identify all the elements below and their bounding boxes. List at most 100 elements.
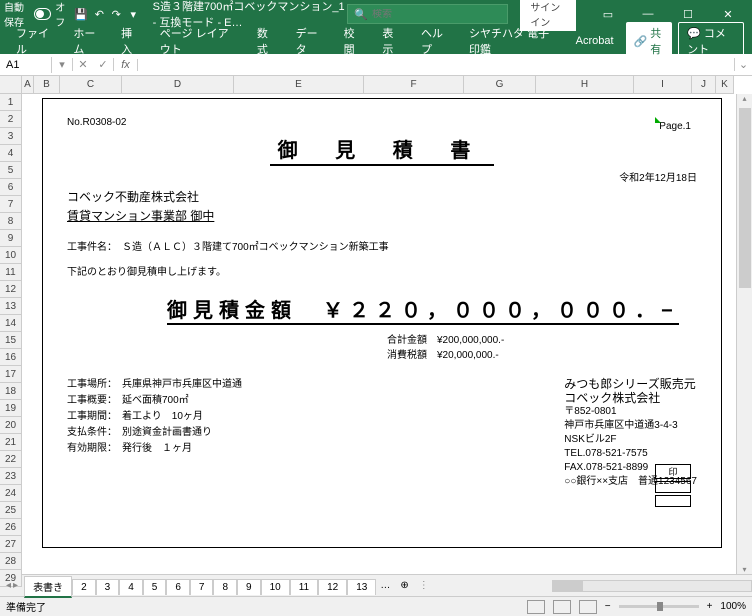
row-header[interactable]: 8 <box>0 213 22 230</box>
view-normal-icon[interactable] <box>527 600 545 614</box>
zoom-level[interactable]: 100% <box>720 601 746 612</box>
sheet-tab[interactable]: 11 <box>290 579 318 595</box>
vertical-scrollbar[interactable] <box>736 94 752 574</box>
col-header[interactable]: F <box>364 76 464 94</box>
row-header[interactable]: 3 <box>0 128 22 145</box>
view-layout-icon[interactable] <box>553 600 571 614</box>
worksheet-area[interactable]: No.R0308-02 Page.1 御 見 積 書 令和2年12月18日 コベ… <box>22 94 736 574</box>
undo-icon[interactable]: ↶ <box>94 6 105 22</box>
row-header[interactable]: 24 <box>0 485 22 502</box>
row-header[interactable]: 25 <box>0 502 22 519</box>
name-box[interactable]: A1 <box>0 57 52 73</box>
row-header[interactable]: 4 <box>0 145 22 162</box>
sheet-tab[interactable]: 12 <box>318 579 347 595</box>
col-header[interactable]: B <box>34 76 60 94</box>
col-header[interactable]: G <box>464 76 536 94</box>
sheet-tab[interactable]: 10 <box>261 579 290 595</box>
job-name-row: 工事件名： Ｓ造（ＡＬＣ）３階建て700㎡コベックマンション新築工事 <box>67 238 697 253</box>
column-headers: ABCDEFGHIJK <box>22 76 734 94</box>
formula-input[interactable] <box>138 63 734 67</box>
col-header[interactable]: D <box>122 76 234 94</box>
intro-note: 下記のとおり御見積申し上げます。 <box>67 263 697 278</box>
tab-acrobat[interactable]: Acrobat <box>568 31 622 51</box>
redo-icon[interactable]: ↷ <box>111 6 122 22</box>
horizontal-scrollbar[interactable] <box>552 580 752 592</box>
share-button[interactable]: 🔗 共有 <box>626 22 673 60</box>
fx-icon[interactable]: fx <box>114 59 138 71</box>
job-details: 工事場所： 兵庫県神戸市兵庫区中道通工事概要： 延べ面積700㎡工事期間： 着工… <box>67 377 242 489</box>
qat-dropdown-icon[interactable]: ▾ <box>128 6 139 22</box>
sheet-nav-next-icon[interactable]: ▸ <box>13 580 18 591</box>
row-header[interactable]: 23 <box>0 468 22 485</box>
sheet-tab[interactable]: 2 <box>72 579 96 595</box>
search-input[interactable] <box>372 9 501 20</box>
tab-data[interactable]: データ <box>288 21 332 61</box>
expand-formula-icon[interactable]: ⌄ <box>734 58 752 71</box>
row-header[interactable]: 6 <box>0 179 22 196</box>
tab-view[interactable]: 表示 <box>374 21 409 61</box>
comment-button[interactable]: 💬 コメント <box>678 22 744 60</box>
row-header[interactable]: 14 <box>0 315 22 332</box>
sheet-tab[interactable]: 6 <box>166 579 190 595</box>
sheet-tab[interactable]: 3 <box>96 579 120 595</box>
zoom-out-icon[interactable]: − <box>605 601 611 612</box>
row-header[interactable]: 22 <box>0 451 22 468</box>
row-header[interactable]: 17 <box>0 366 22 383</box>
tab-file[interactable]: ファイル <box>8 21 61 61</box>
row-header[interactable]: 9 <box>0 230 22 247</box>
tab-home[interactable]: ホーム <box>65 21 109 61</box>
row-header[interactable]: 26 <box>0 519 22 536</box>
sheet-tab[interactable]: 8 <box>213 579 237 595</box>
row-header[interactable]: 12 <box>0 281 22 298</box>
col-header[interactable]: A <box>22 76 34 94</box>
zoom-in-icon[interactable]: + <box>707 601 713 612</box>
row-header[interactable]: 13 <box>0 298 22 315</box>
tab-insert[interactable]: 挿入 <box>113 21 148 61</box>
status-bar: 準備完了 − + 100% <box>0 596 752 616</box>
row-header[interactable]: 7 <box>0 196 22 213</box>
row-header[interactable]: 16 <box>0 349 22 366</box>
zoom-slider[interactable] <box>619 605 699 608</box>
tab-layout[interactable]: ページ レイアウト <box>152 21 245 61</box>
col-header[interactable]: J <box>692 76 716 94</box>
row-header[interactable]: 5 <box>0 162 22 179</box>
sheet-tab[interactable]: 7 <box>190 579 214 595</box>
sheet-nav-prev-icon[interactable]: ◂ <box>6 580 11 591</box>
row-header[interactable]: 21 <box>0 434 22 451</box>
view-pagebreak-icon[interactable] <box>579 600 597 614</box>
col-header[interactable]: E <box>234 76 364 94</box>
ribbon-tabs: ファイル ホーム 挿入 ページ レイアウト 数式 データ 校閲 表示 ヘルプ シ… <box>0 28 752 54</box>
sheet-tab[interactable]: 13 <box>347 579 376 595</box>
col-header[interactable]: I <box>634 76 692 94</box>
ribbon-options-icon[interactable]: ▭ <box>588 0 628 28</box>
cancel-formula-icon[interactable]: ✕ <box>73 58 93 71</box>
sheet-tab-more[interactable]: … <box>376 580 394 591</box>
col-header[interactable]: K <box>716 76 734 94</box>
row-header[interactable]: 18 <box>0 383 22 400</box>
row-header[interactable]: 15 <box>0 332 22 349</box>
col-header[interactable]: C <box>60 76 122 94</box>
row-header[interactable]: 19 <box>0 400 22 417</box>
tab-review[interactable]: 校閲 <box>336 21 371 61</box>
client-company: コベック不動産株式会社 <box>67 188 697 205</box>
new-sheet-icon[interactable]: ⊕ <box>394 580 414 591</box>
tab-formulas[interactable]: 数式 <box>249 21 284 61</box>
row-header[interactable]: 10 <box>0 247 22 264</box>
enter-formula-icon[interactable]: ✓ <box>93 58 113 71</box>
row-header[interactable]: 20 <box>0 417 22 434</box>
row-header[interactable]: 27 <box>0 536 22 553</box>
sheet-tab[interactable]: 4 <box>119 579 143 595</box>
row-header[interactable]: 28 <box>0 553 22 570</box>
save-icon[interactable]: 💾 <box>74 6 88 22</box>
col-header[interactable]: H <box>536 76 634 94</box>
tab-help[interactable]: ヘルプ <box>413 21 457 61</box>
row-header[interactable]: 11 <box>0 264 22 281</box>
select-all-button[interactable] <box>0 76 22 94</box>
sheet-tab[interactable]: 9 <box>237 579 261 595</box>
tab-stamp[interactable]: シヤチハタ 電子印鑑 <box>461 21 564 61</box>
sheet-tab-active[interactable]: 表書き <box>24 576 72 598</box>
row-header[interactable]: 1 <box>0 94 22 111</box>
namebox-dropdown-icon[interactable]: ▾ <box>52 58 72 71</box>
sheet-tab[interactable]: 5 <box>143 579 167 595</box>
row-header[interactable]: 2 <box>0 111 22 128</box>
